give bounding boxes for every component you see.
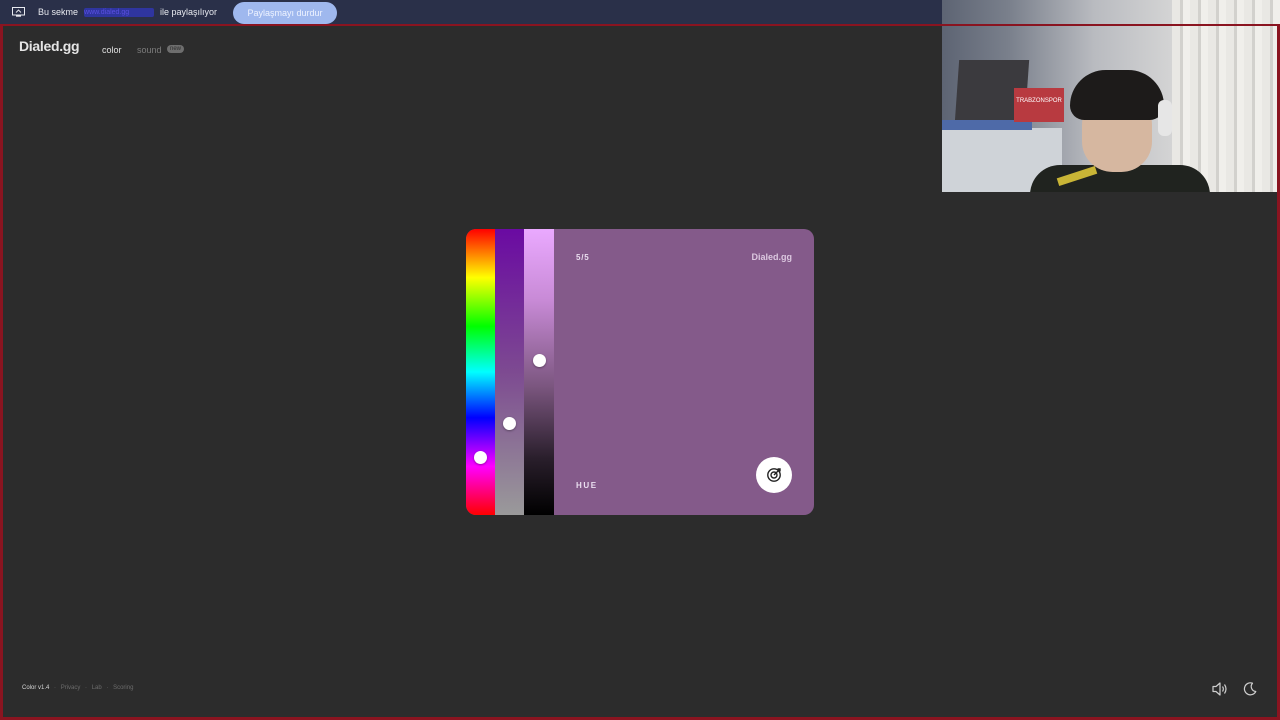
footer-link-privacy[interactable]: Privacy: [61, 685, 81, 691]
saturation-slider[interactable]: [495, 229, 524, 515]
lightness-slider[interactable]: [524, 229, 554, 515]
speaker-icon[interactable]: [1211, 681, 1229, 697]
hue-slider[interactable]: [466, 229, 495, 515]
moon-icon[interactable]: [1242, 681, 1258, 697]
sharing-suffix: ile paylaşılıyor: [160, 7, 218, 17]
mode-label: HUE: [576, 481, 598, 490]
stop-sharing-button[interactable]: Paylaşmayı durdur: [233, 2, 337, 24]
sharing-prefix: Bu sekme: [38, 7, 79, 17]
round-counter: 5/5: [576, 253, 590, 262]
monitor-icon: [12, 7, 25, 17]
webcam-overlay: TRABZONSPOR: [942, 0, 1280, 192]
nav-color-link[interactable]: color: [102, 45, 122, 55]
version-label: Color v1.4: [22, 685, 50, 691]
target-icon: [767, 468, 781, 482]
nav-sound-link[interactable]: sound: [137, 45, 162, 55]
new-badge: new: [167, 45, 184, 53]
footer-link-scoring[interactable]: Scoring: [113, 685, 133, 691]
lightness-slider-knob[interactable]: [532, 354, 546, 368]
footer-link-lab[interactable]: Lab: [92, 685, 102, 691]
submit-guess-button[interactable]: [756, 457, 792, 493]
color-picker-card: 5/5 Dialed.gg HUE: [466, 229, 814, 515]
card-brand: Dialed.gg: [751, 252, 792, 262]
tab-sharing-bar: Bu sekme www.dialed.gg ile paylaşılıyor: [0, 0, 942, 24]
site-logo[interactable]: Dialed.gg: [19, 38, 80, 54]
footer: Color v1.4 · Privacy · Lab · Scoring: [22, 685, 134, 691]
saturation-slider-knob[interactable]: [503, 416, 516, 430]
shared-site-redacted: www.dialed.gg: [84, 7, 155, 17]
